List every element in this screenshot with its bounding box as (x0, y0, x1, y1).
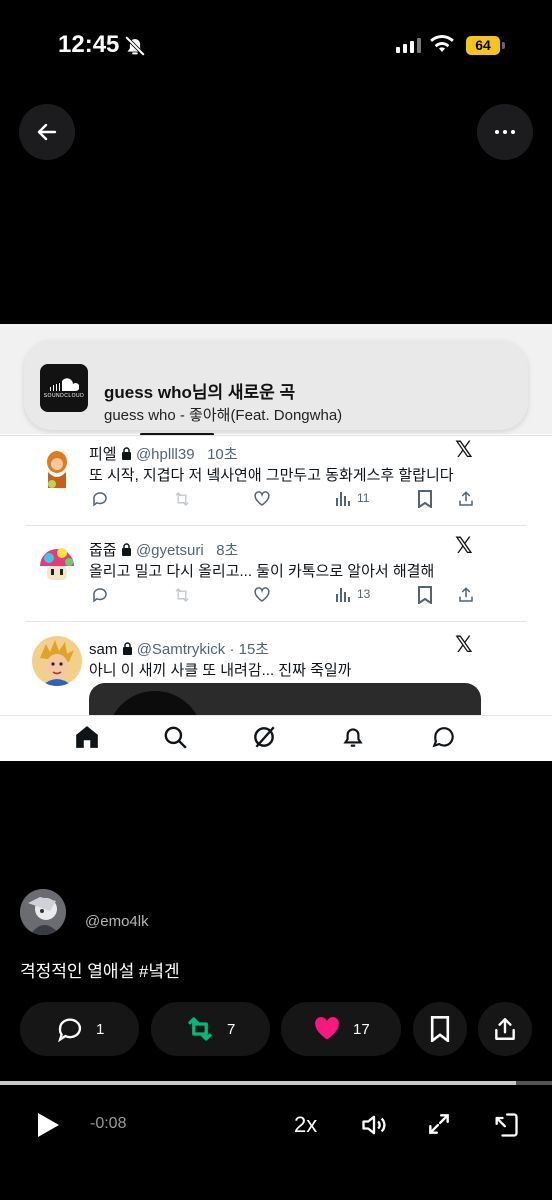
views-stat[interactable]: 13 (335, 586, 370, 602)
battery-indicator: 64 (466, 36, 500, 55)
share-icon (495, 1018, 515, 1040)
bookmark-button[interactable] (413, 1002, 467, 1056)
tweet-actions: 13 (89, 586, 481, 608)
tweet-handle[interactable]: @gyetsuri (136, 542, 204, 559)
tweet-time: 8초 (216, 542, 239, 559)
x-logo-icon: 𝕏 (455, 438, 473, 463)
share-icon[interactable] (457, 586, 475, 604)
tweet-avatar (32, 636, 82, 686)
views-stat[interactable]: 11 (335, 490, 369, 506)
divider (26, 525, 526, 526)
messages-icon (432, 727, 454, 748)
time-remaining: -0:08 (90, 1115, 127, 1132)
battery-tip (502, 42, 505, 49)
comment-icon (58, 1018, 82, 1043)
tweet-header: sam @Samtrykick · 15초 (89, 638, 269, 659)
grok-icon (254, 726, 275, 748)
views-count: 11 (357, 491, 370, 505)
soundcloud-label: SOUNDCLOUD (43, 392, 85, 399)
status-bar: 12:45 64 (0, 0, 552, 90)
like-button[interactable]: 17 (281, 1002, 401, 1056)
signal-icon (396, 38, 421, 53)
post-username[interactable]: @emo4lk (85, 913, 149, 930)
reply-icon[interactable] (91, 490, 109, 508)
retweet-icon[interactable] (173, 586, 191, 604)
wifi-icon (430, 34, 454, 59)
tweet-actions: 11 (89, 490, 481, 512)
status-time: 12:45 (58, 31, 120, 58)
home-icon (76, 726, 98, 748)
tweet-author: 줍줍 (89, 542, 117, 559)
like-count: 17 (353, 1020, 370, 1038)
retweet-icon[interactable] (173, 490, 191, 508)
tweet-handle[interactable]: @Samtrykick (137, 641, 226, 658)
soundcloud-notification: SOUNDCLOUD guess who님의 새로운 곡 guess who -… (24, 340, 528, 430)
views-icon (336, 492, 350, 506)
expand-icon (429, 1114, 449, 1134)
post-caption: 격정적인 열애설 #녘겐 (20, 962, 180, 981)
x-logo-icon: 𝕏 (455, 534, 473, 559)
tweet-handle[interactable]: @hplll39 (136, 446, 195, 463)
tweet-time: · 15초 (229, 641, 270, 658)
notification-subtitle: guess who - 좋아해(Feat. Dongwha) (104, 407, 343, 424)
comment-button[interactable]: 1 (20, 1002, 139, 1056)
bookmark-icon (430, 1016, 450, 1042)
tweet-author: 피엘 (89, 446, 117, 463)
views-icon (336, 588, 350, 602)
video-progress-bar[interactable] (0, 1081, 552, 1085)
like-icon[interactable] (253, 586, 271, 604)
avatar[interactable] (20, 889, 66, 935)
tweet-header: 피엘 @hplll39 10초 (89, 443, 238, 464)
tweet-header: 줍줍 @gyetsuri 8초 (89, 539, 238, 560)
lock-icon (121, 447, 131, 460)
share-icon[interactable] (457, 490, 475, 508)
notification-title: guess who님의 새로운 곡 (104, 383, 296, 402)
pip-button[interactable] (492, 1111, 520, 1144)
fullscreen-button[interactable] (426, 1111, 452, 1142)
search-icon (164, 726, 187, 749)
tweet-author: sam (89, 641, 118, 658)
comment-count: 1 (96, 1020, 105, 1038)
tweet-text: 아니 이 새끼 사클 또 내려감... 진짜 죽일까 (89, 662, 352, 679)
share-button[interactable] (478, 1002, 532, 1056)
repost-count: 7 (227, 1020, 236, 1038)
divider (0, 435, 552, 436)
heart-icon (315, 1017, 339, 1040)
repost-icon (188, 1017, 212, 1041)
volume-button[interactable] (360, 1111, 388, 1144)
lock-icon (121, 543, 131, 556)
divider (26, 621, 526, 622)
tweet-avatar (32, 442, 82, 492)
picture-in-picture-icon (495, 1113, 518, 1137)
tweet-avatar (32, 538, 82, 588)
soundcloud-icon: SOUNDCLOUD (40, 364, 88, 412)
embedded-tab-bar (0, 715, 552, 761)
bookmark-icon[interactable] (417, 490, 433, 508)
tweet-time: 10초 (207, 446, 238, 463)
more-options-button[interactable] (477, 104, 533, 160)
reply-icon[interactable] (91, 586, 109, 604)
x-logo-icon: 𝕏 (455, 633, 473, 658)
lock-icon (122, 642, 132, 655)
views-count: 13 (357, 587, 371, 601)
back-button[interactable] (19, 104, 75, 160)
bell-off-icon (124, 35, 146, 62)
like-icon[interactable] (253, 490, 271, 508)
arrow-left-icon (37, 123, 57, 141)
progress-fill (0, 1081, 517, 1085)
play-icon (38, 1113, 59, 1137)
more-icon (495, 130, 515, 134)
play-button[interactable] (36, 1112, 60, 1143)
notifications-icon (343, 728, 363, 747)
bookmark-icon[interactable] (417, 586, 433, 604)
playback-speed-button[interactable]: 2x (294, 1112, 317, 1138)
embedded-screenshot: SOUNDCLOUD guess who님의 새로운 곡 guess who -… (0, 324, 552, 761)
speaker-icon (362, 1115, 386, 1135)
tweet-text: 올리고 밀고 다시 올리고... 둘이 카톡으로 알아서 해결해 (89, 563, 435, 580)
repost-button[interactable]: 7 (151, 1002, 270, 1056)
tweet-text: 또 시작, 지겹다 저 녴사연애 그만두고 동화게스후 할랍니다 (89, 467, 454, 484)
